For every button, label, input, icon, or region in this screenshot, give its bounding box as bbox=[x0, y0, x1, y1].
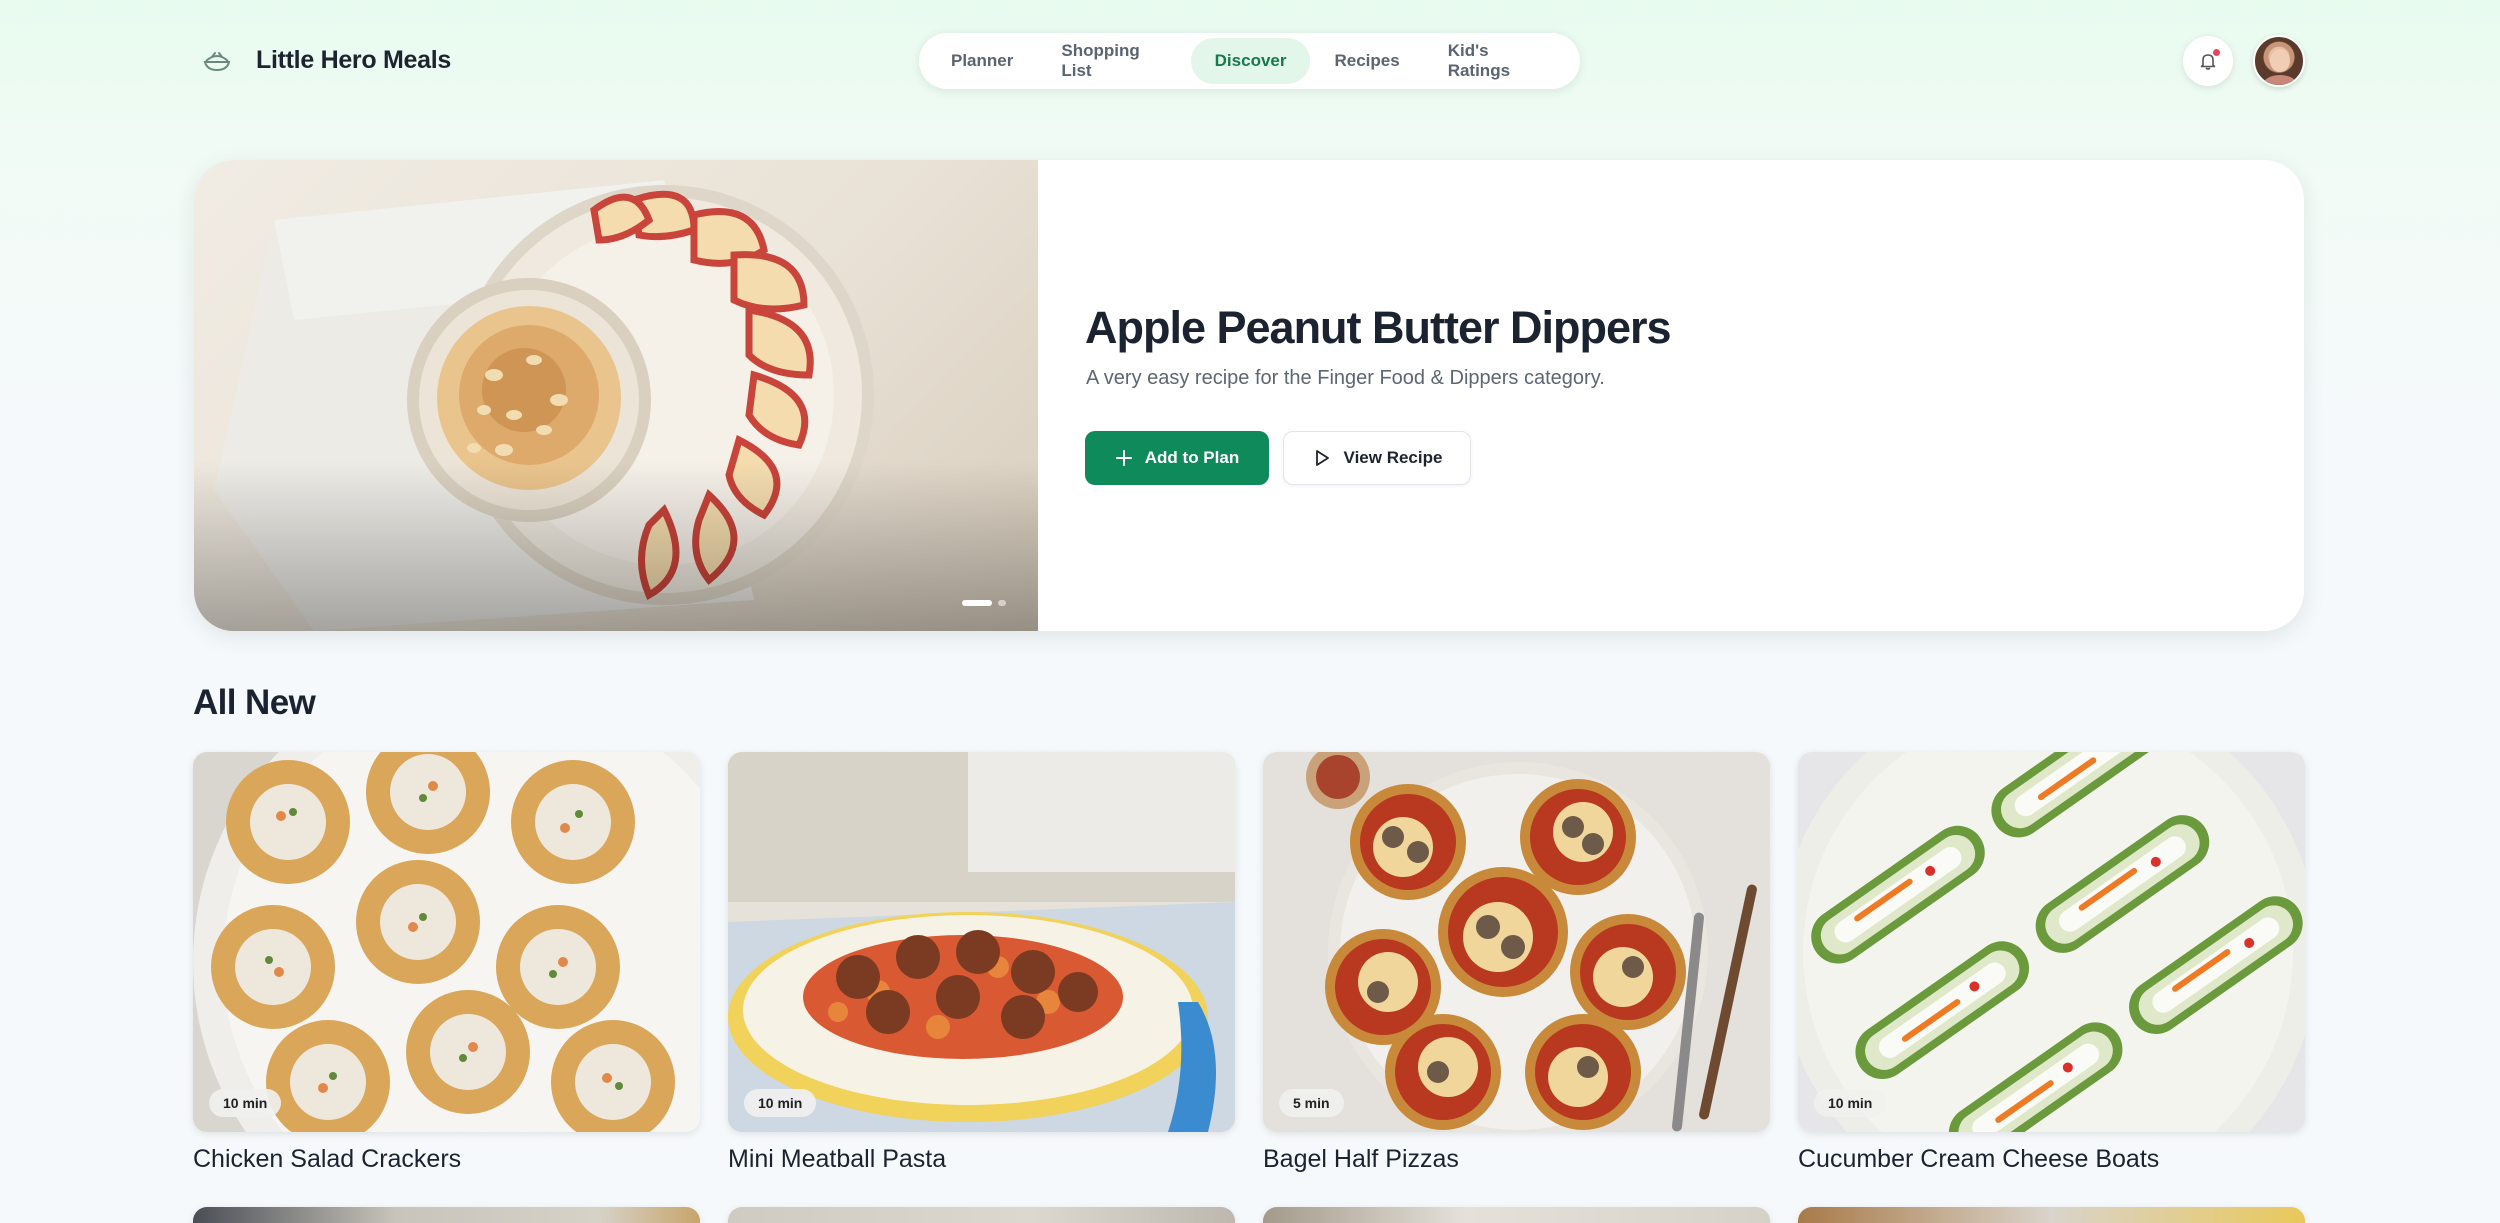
recipe-title[interactable]: Mini Meatball Pasta bbox=[728, 1145, 946, 1174]
nav-item-planner[interactable]: Planner bbox=[927, 38, 1037, 84]
recipe-card-partial[interactable] bbox=[1798, 1207, 2305, 1223]
time-badge: 10 min bbox=[744, 1089, 817, 1117]
hero-title: Apple Peanut Butter Dippers bbox=[1085, 302, 1672, 353]
notifications-button[interactable] bbox=[2183, 36, 2233, 86]
hero-shade bbox=[194, 461, 1038, 631]
carousel-dot-active[interactable] bbox=[962, 600, 992, 606]
recipe-card-partial[interactable] bbox=[1263, 1207, 1770, 1223]
main-nav: Planner Shopping List Discover Recipes K… bbox=[919, 33, 1580, 89]
section-title: All New bbox=[193, 683, 316, 722]
nav-item-shopping-list[interactable]: Shopping List bbox=[1037, 38, 1190, 84]
time-badge: 5 min bbox=[1279, 1089, 1344, 1117]
recipe-card[interactable]: 5 min Bagel Half Pizzas bbox=[1263, 752, 1770, 1173]
recipe-image[interactable]: 10 min bbox=[193, 752, 700, 1132]
recipe-image[interactable]: 10 min bbox=[1798, 752, 2305, 1132]
recipe-title[interactable]: Bagel Half Pizzas bbox=[1263, 1145, 1459, 1174]
hero-subtitle: A very easy recipe for the Finger Food &… bbox=[1086, 367, 1605, 389]
recipe-card-partial[interactable] bbox=[193, 1207, 700, 1223]
time-badge: 10 min bbox=[1814, 1089, 1887, 1117]
brand-name: Little Hero Meals bbox=[256, 45, 451, 74]
play-icon bbox=[1315, 450, 1329, 466]
recipe-card[interactable]: 10 min Chicken Salad Crackers bbox=[193, 752, 700, 1173]
plus-icon bbox=[1115, 450, 1132, 466]
carousel-dots bbox=[962, 600, 1006, 606]
recipe-title[interactable]: Cucumber Cream Cheese Boats bbox=[1798, 1145, 2159, 1174]
recipe-title[interactable]: Chicken Salad Crackers bbox=[193, 1145, 461, 1174]
recipe-card-partial[interactable] bbox=[728, 1207, 1235, 1223]
hero-image[interactable] bbox=[194, 160, 1038, 631]
notification-dot bbox=[2213, 49, 2220, 56]
view-recipe-button[interactable]: View Recipe bbox=[1283, 431, 1471, 485]
top-header: Little Hero Meals Planner Shopping List … bbox=[0, 0, 2500, 120]
recipe-image[interactable]: 10 min bbox=[728, 752, 1235, 1132]
nav-item-kids-ratings[interactable]: Kid's Ratings bbox=[1424, 38, 1572, 84]
nav-item-recipes[interactable]: Recipes bbox=[1310, 38, 1423, 84]
recipe-card[interactable]: 10 min Cucumber Cream Cheese Boats bbox=[1798, 752, 2305, 1173]
avatar[interactable] bbox=[2253, 35, 2305, 87]
recipe-card[interactable]: 10 min Mini Meatball Pasta bbox=[728, 752, 1235, 1173]
hero-card: Apple Peanut Butter Dippers A very easy … bbox=[194, 160, 2304, 631]
add-to-plan-button[interactable]: Add to Plan bbox=[1085, 431, 1269, 485]
brand[interactable]: Little Hero Meals bbox=[200, 38, 451, 82]
recipe-image[interactable]: 5 min bbox=[1263, 752, 1770, 1132]
carousel-dot[interactable] bbox=[998, 600, 1006, 606]
time-badge: 10 min bbox=[209, 1089, 282, 1117]
shield-bowl-icon bbox=[200, 43, 234, 77]
add-to-plan-label: Add to Plan bbox=[1144, 448, 1240, 467]
view-recipe-label: View Recipe bbox=[1343, 448, 1443, 467]
nav-item-discover[interactable]: Discover bbox=[1190, 38, 1311, 84]
